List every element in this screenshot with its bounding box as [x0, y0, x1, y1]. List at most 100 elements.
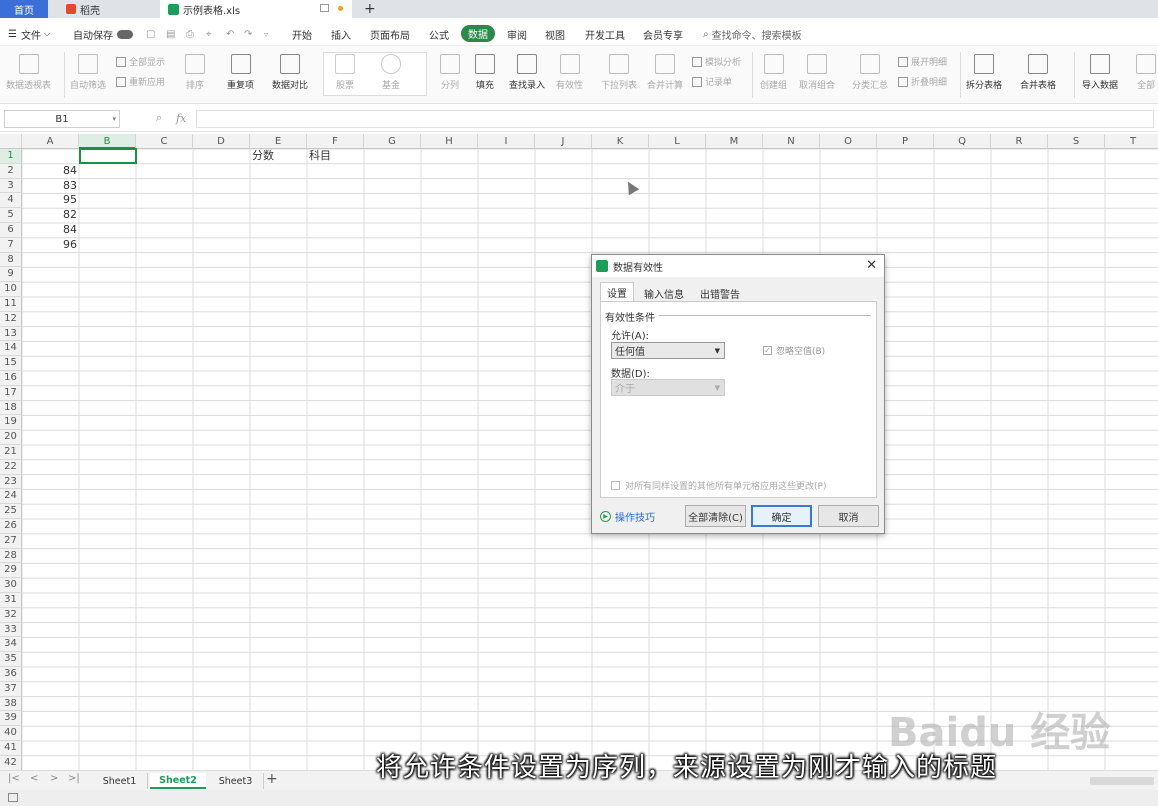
fill-button[interactable]: 填充 [475, 54, 495, 91]
tab-error-alert[interactable]: 出错警告 [694, 284, 746, 302]
import-data-button[interactable]: 导入数据 [1082, 54, 1118, 91]
column-header-i[interactable]: I [478, 134, 535, 149]
autofilter-button[interactable]: 自动筛选 [70, 54, 106, 91]
merge-table-button[interactable]: 合并表格 [1020, 54, 1056, 91]
row-header-17[interactable]: 17 [0, 385, 22, 401]
row-header-12[interactable]: 12 [0, 311, 22, 327]
row-header-2[interactable]: 2 [0, 163, 22, 179]
row-header-6[interactable]: 6 [0, 223, 22, 238]
cell-a6[interactable]: 84 [22, 223, 77, 238]
cell-a3[interactable]: 83 [22, 179, 77, 194]
row-header-8[interactable]: 8 [0, 252, 22, 268]
row-header-24[interactable]: 24 [0, 489, 22, 505]
add-sheet-icon[interactable]: + [266, 771, 278, 787]
allow-select[interactable]: 任何值 ▼ [611, 342, 725, 359]
command-search[interactable]: ⌕ 查找命令、搜索模板 [703, 26, 802, 42]
cell-e1[interactable]: 分数 [252, 149, 274, 164]
fx-icon[interactable]: fx [176, 112, 186, 125]
simulate-button[interactable]: 模拟分析 [692, 55, 741, 68]
row-header-10[interactable]: 10 [0, 282, 22, 297]
cell-a4[interactable]: 95 [22, 193, 77, 208]
tips-link[interactable]: ▶ 操作技巧 [600, 509, 655, 524]
column-header-b[interactable]: B [79, 134, 136, 149]
split-column-button[interactable]: 分列 [440, 54, 460, 91]
row-header-20[interactable]: 20 [0, 430, 22, 445]
row-header-38[interactable]: 38 [0, 696, 22, 712]
apply-all-checkbox[interactable]: 对所有同样设置的其他所有单元格应用这些更改(P) [611, 479, 826, 492]
row-header-14[interactable]: 14 [0, 341, 22, 357]
print-icon[interactable]: ⎙ [186, 26, 194, 42]
row-header-31[interactable]: 31 [0, 593, 22, 608]
column-header-q[interactable]: Q [934, 134, 991, 149]
sheet-tab-sheet3[interactable]: Sheet3 [208, 773, 264, 789]
split-table-button[interactable]: 拆分表格 [966, 54, 1002, 91]
customize-icon[interactable]: ▿ [264, 26, 268, 42]
row-header-29[interactable]: 29 [0, 563, 22, 579]
menu-data[interactable]: 数据 [461, 25, 495, 42]
row-header-18[interactable]: 18 [0, 400, 22, 416]
new-tab-button[interactable]: + [356, 0, 376, 18]
prev-sheet-icon[interactable]: < [30, 773, 38, 784]
horizontal-scrollbar[interactable] [1090, 777, 1154, 785]
menu-formula[interactable]: 公式 [429, 26, 449, 42]
record-button[interactable]: 记录单 [692, 75, 732, 88]
row-header-11[interactable]: 11 [0, 297, 22, 312]
row-header-1[interactable]: 1 [0, 149, 22, 164]
close-icon[interactable]: ✕ [866, 258, 877, 273]
row-header-7[interactable]: 7 [0, 237, 22, 253]
column-header-d[interactable]: D [193, 134, 250, 149]
tab-input-message[interactable]: 输入信息 [638, 284, 690, 302]
expand-detail-button[interactable]: 展开明细 [898, 55, 947, 68]
cell-a5[interactable]: 82 [22, 208, 77, 223]
column-header-j[interactable]: J [535, 134, 592, 149]
column-header-s[interactable]: S [1048, 134, 1105, 149]
menu-view[interactable]: 视图 [545, 26, 565, 42]
row-header-35[interactable]: 35 [0, 652, 22, 667]
row-header-16[interactable]: 16 [0, 371, 22, 386]
row-header-23[interactable]: 23 [0, 474, 22, 490]
fund-button[interactable]: 基金 [381, 54, 401, 91]
row-header-19[interactable]: 19 [0, 415, 22, 431]
column-header-l[interactable]: L [649, 134, 706, 149]
ignore-blank-checkbox[interactable]: ✓ 忽略空值(B) [763, 344, 825, 357]
row-header-21[interactable]: 21 [0, 445, 22, 460]
file-menu[interactable]: ☰ 文件 ⌵ [8, 26, 50, 42]
collapse-detail-button[interactable]: 折叠明细 [898, 75, 947, 88]
dropdown-list-button[interactable]: 下拉列表 [601, 54, 637, 91]
menu-insert[interactable]: 插入 [331, 26, 351, 42]
row-header-33[interactable]: 33 [0, 622, 22, 638]
row-header-40[interactable]: 40 [0, 726, 22, 741]
selected-cell-b1[interactable] [79, 148, 137, 164]
clear-all-button[interactable]: 全部清除(C) [685, 505, 746, 527]
column-header-r[interactable]: R [991, 134, 1048, 149]
tab-file[interactable]: 示例表格.xls [160, 0, 352, 18]
tab-settings[interactable]: 设置 [600, 282, 634, 302]
row-header-13[interactable]: 13 [0, 326, 22, 342]
pivot-table-button[interactable]: 数据透视表 [6, 54, 51, 91]
ok-button[interactable]: 确定 [751, 505, 812, 527]
row-header-27[interactable]: 27 [0, 533, 22, 549]
row-header-37[interactable]: 37 [0, 681, 22, 697]
find-input-button[interactable]: 查找录入 [509, 54, 545, 91]
redo-icon[interactable]: ↷ [244, 26, 252, 42]
merge-calc-button[interactable]: 合并计算 [647, 54, 683, 91]
data-compare-button[interactable]: 数据对比 [272, 54, 308, 91]
column-header-g[interactable]: G [364, 134, 421, 149]
row-header-32[interactable]: 32 [0, 607, 22, 623]
format-painter-icon[interactable]: ⌖ [206, 26, 212, 42]
menu-start[interactable]: 开始 [292, 26, 312, 42]
row-header-28[interactable]: 28 [0, 548, 22, 564]
cell-a7[interactable]: 96 [22, 238, 77, 253]
tab-home[interactable]: 首页 [0, 0, 48, 18]
tab-daoke[interactable]: 稻壳 [58, 0, 156, 18]
row-header-39[interactable]: 39 [0, 711, 22, 727]
column-header-c[interactable]: C [136, 134, 193, 149]
cell-f1[interactable]: 科目 [309, 149, 331, 164]
sheet-tab-sheet1[interactable]: Sheet1 [92, 773, 148, 789]
row-header-3[interactable]: 3 [0, 178, 22, 194]
menu-page-layout[interactable]: 页面布局 [370, 26, 410, 42]
column-header-k[interactable]: K [592, 134, 649, 149]
sheet-tab-sheet2[interactable]: Sheet2 [150, 773, 206, 789]
row-header-15[interactable]: 15 [0, 356, 22, 371]
save-icon[interactable]: ▢ [146, 26, 155, 42]
